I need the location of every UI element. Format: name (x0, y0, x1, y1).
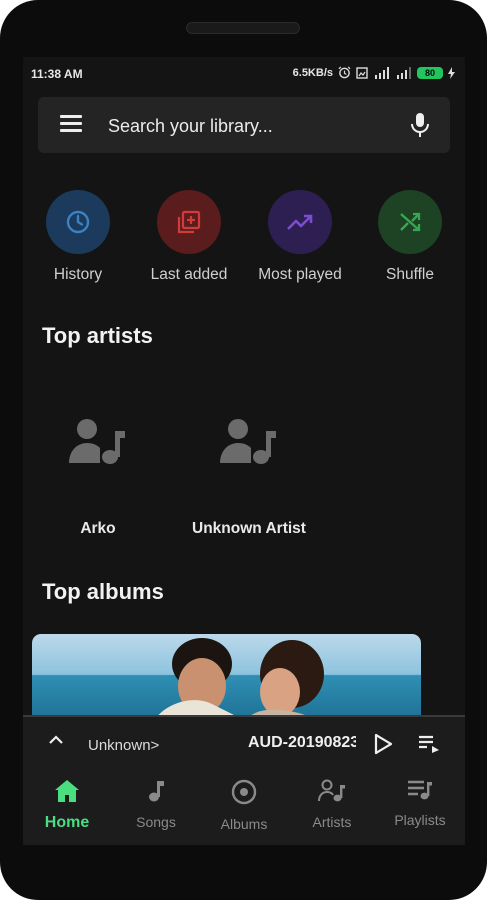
clock-icon (66, 210, 90, 234)
battery-icon: 80 (417, 66, 443, 79)
nav-label: Home (44, 814, 90, 831)
artist-name: Arko (80, 520, 116, 537)
alarm-icon (338, 66, 351, 79)
chevron-up-icon[interactable] (49, 735, 63, 745)
nav-label: Artists (312, 814, 352, 830)
artist-placeholder-icon (220, 419, 276, 464)
queue-icon[interactable] (418, 735, 440, 753)
artist-name: Unknown Artist (192, 520, 306, 537)
phone-frame: 11:38 AM 6.5KB/s 80 Search your library.… (0, 0, 487, 900)
artists-icon (318, 779, 345, 802)
status-time: 11:38 AM (31, 67, 83, 81)
signal-4g-icon (375, 66, 389, 79)
shuffle-icon (400, 212, 421, 232)
nav-label: Songs (136, 814, 176, 830)
history-circle (46, 190, 110, 254)
nav-playlists[interactable]: Playlists (375, 779, 465, 828)
nav-label: Albums (220, 816, 268, 832)
network-speed: 6.5KB/s (292, 66, 333, 79)
now-playing-artist: Unknown> (88, 737, 160, 754)
signal-icon (397, 66, 411, 79)
charging-icon (448, 66, 455, 79)
status-right: 6.5KB/s 80 (293, 66, 455, 79)
nav-label: Playlists (394, 812, 446, 828)
app-screen: 11:38 AM 6.5KB/s 80 Search your library.… (23, 57, 465, 845)
search-input[interactable] (106, 111, 390, 141)
nav-albums[interactable]: Albums (199, 779, 289, 832)
artist-placeholder-icon (69, 419, 125, 464)
quick-action-label: Shuffle (386, 266, 434, 283)
album-cover[interactable] (32, 634, 421, 724)
top-artists-title: Top artists (42, 323, 153, 348)
music-note-icon (149, 781, 164, 802)
top-albums-title: Top albums (42, 579, 164, 604)
microphone-icon[interactable] (410, 112, 430, 138)
most-played-circle (268, 190, 332, 254)
quick-action-label: Most played (258, 266, 342, 283)
home-icon (55, 780, 79, 802)
library-add-icon (177, 210, 201, 234)
nav-artists[interactable]: Artists (287, 779, 377, 830)
gallery-notification-icon (356, 66, 368, 79)
album-art-image (32, 634, 421, 724)
search-bar (38, 97, 450, 153)
trending-up-icon (287, 214, 313, 230)
artist-item-unknown[interactable]: Unknown Artist (185, 417, 313, 538)
last-added-circle (157, 190, 221, 254)
phone-speaker (186, 22, 300, 34)
quick-action-shuffle[interactable]: Shuffle (365, 190, 455, 284)
mini-player[interactable]: Unknown> AUD-20190823 (23, 715, 465, 765)
quick-action-history[interactable]: History (33, 190, 123, 284)
bottom-nav: Home Songs Albums Artists Playlists (23, 765, 465, 845)
play-icon[interactable] (373, 733, 393, 755)
status-bar: 11:38 AM 6.5KB/s 80 (23, 57, 465, 89)
quick-action-most-played[interactable]: Most played (255, 190, 345, 284)
menu-icon[interactable] (60, 115, 84, 135)
artist-item-arko[interactable]: Arko (65, 417, 131, 538)
quick-action-label: Last added (150, 266, 228, 283)
nav-songs[interactable]: Songs (111, 779, 201, 830)
now-playing-title: AUD-20190823 (248, 734, 356, 751)
nav-home[interactable]: Home (23, 779, 112, 832)
playlist-icon (408, 780, 432, 800)
album-icon (231, 779, 257, 805)
shuffle-circle (378, 190, 442, 254)
quick-action-label: History (53, 266, 103, 283)
quick-action-last-added[interactable]: Last added (144, 190, 234, 284)
